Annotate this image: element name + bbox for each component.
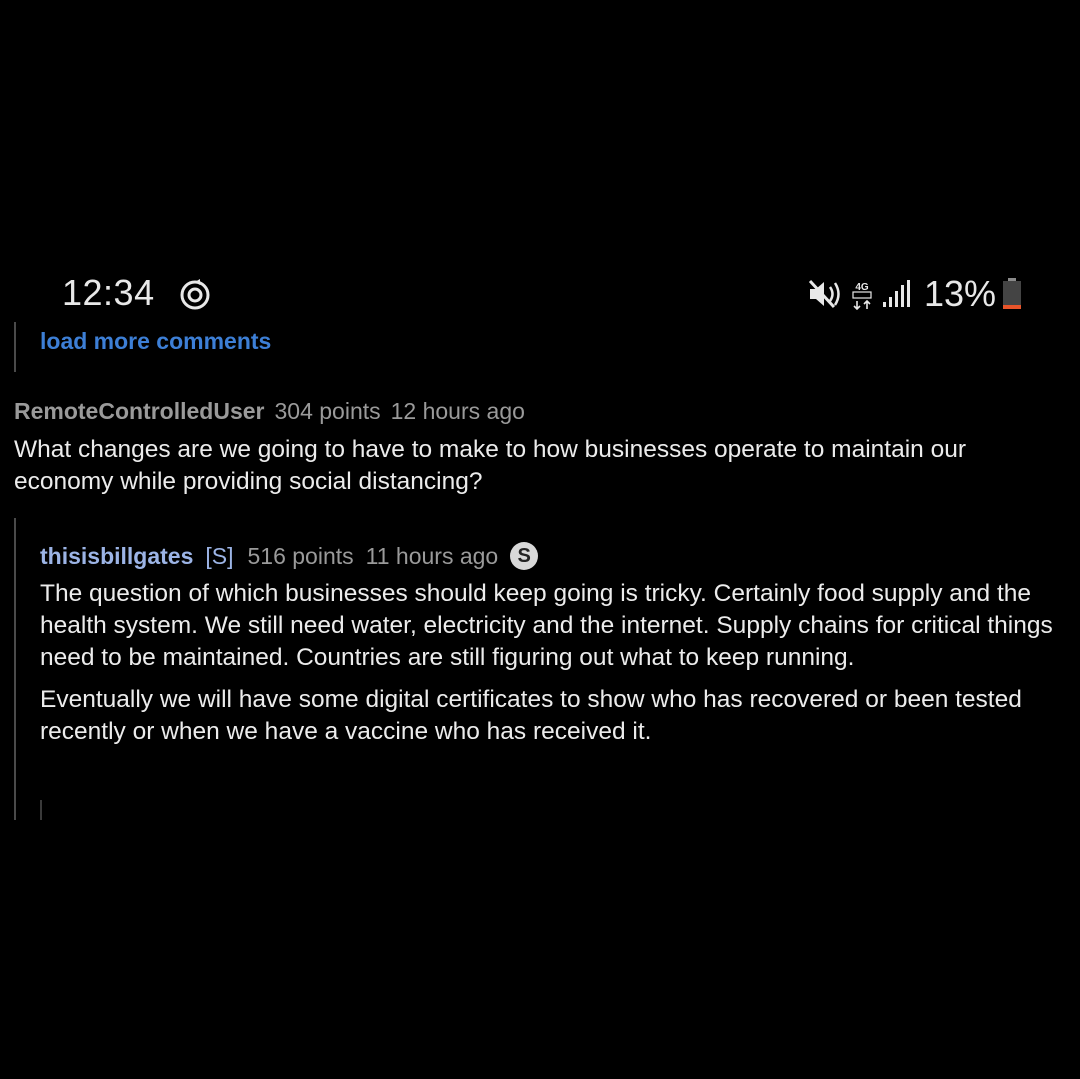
comment-body: What changes are we going to have to mak… xyxy=(14,434,1054,508)
reply-paragraph: The question of which businesses should … xyxy=(40,580,1053,671)
comment-age: 12 hours ago xyxy=(390,398,525,424)
reply-points: 516 points xyxy=(247,542,354,569)
reply-age: 11 hours ago xyxy=(365,542,499,569)
reply-body: The question of which businesses should … xyxy=(40,578,1060,758)
status-time: 12:34 xyxy=(62,272,155,313)
thread-line-reply xyxy=(14,518,16,820)
data-icon: 4G xyxy=(852,282,872,310)
battery-percent: 13% xyxy=(923,273,996,314)
network-label: 4G xyxy=(855,282,869,293)
mute-icon xyxy=(808,279,840,309)
status-bar: 12:34 4G 13% xyxy=(0,266,1080,322)
submitter-flair: [S] xyxy=(205,542,234,569)
sync-icon xyxy=(180,279,210,310)
status-icons: 4G 13% xyxy=(808,272,1022,316)
reply-meta: thisisbillgates [S] 516 points 11 hours … xyxy=(40,542,539,570)
nested-thread-line xyxy=(40,800,42,820)
reply-author[interactable]: thisisbillgates xyxy=(40,543,193,570)
reply-paragraph: Eventually we will have some digital cer… xyxy=(40,686,1022,745)
battery-icon xyxy=(1003,278,1021,309)
comment-author[interactable]: RemoteControlledUser xyxy=(14,398,264,424)
load-more-comments-link[interactable]: load more comments xyxy=(40,328,271,355)
submitter-badge-icon: S xyxy=(510,542,539,570)
comment-paragraph: What changes are we going to have to mak… xyxy=(14,436,966,495)
comment-meta: RemoteControlledUser 304 points 12 hours a… xyxy=(14,398,525,425)
signal-icon xyxy=(882,280,910,307)
comment-points: 304 points xyxy=(274,398,381,424)
thread-line-top xyxy=(14,322,16,372)
